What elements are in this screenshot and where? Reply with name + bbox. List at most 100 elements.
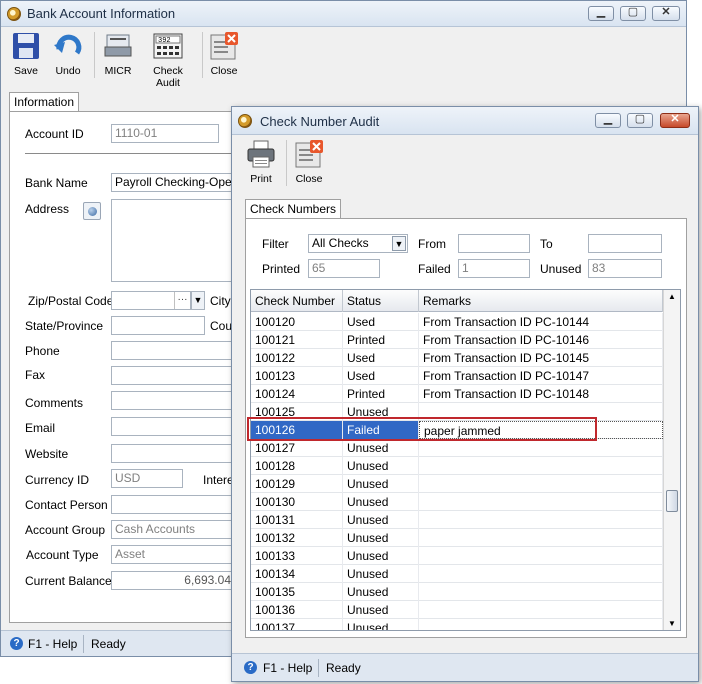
contact-field[interactable]	[111, 495, 235, 514]
remarks-cell[interactable]	[419, 583, 663, 601]
table-row[interactable]: 100137 Unused	[251, 619, 663, 630]
remarks-cell[interactable]	[419, 439, 663, 457]
check-number-cell[interactable]: 100123	[251, 367, 343, 385]
check-number-cell[interactable]: 100122	[251, 349, 343, 367]
status-cell[interactable]: Unused	[343, 529, 419, 547]
website-field[interactable]	[111, 444, 235, 463]
status-cell[interactable]: Unused	[343, 601, 419, 619]
remarks-cell[interactable]	[419, 475, 663, 493]
to-field[interactable]	[588, 234, 662, 253]
check-number-cell[interactable]: 100135	[251, 583, 343, 601]
table-row[interactable]: 100132 Unused	[251, 529, 663, 547]
status-cell[interactable]: Unused	[343, 493, 419, 511]
from-field[interactable]	[458, 234, 530, 253]
minimize-button[interactable]: ▁	[595, 113, 621, 128]
undo-button[interactable]: Undo	[51, 31, 85, 77]
table-row[interactable]: 100127 Unused	[251, 439, 663, 457]
status-cell[interactable]: Used	[343, 349, 419, 367]
vertical-scrollbar[interactable]: ▲ ▼	[663, 290, 680, 630]
column-header-status[interactable]: Status	[343, 290, 419, 312]
table-row[interactable]: 100120 Used From Transaction ID PC-10144	[251, 313, 663, 331]
remarks-cell[interactable]	[419, 547, 663, 565]
maximize-button[interactable]: ▢	[627, 113, 653, 128]
table-row[interactable]: 100122 Used From Transaction ID PC-10145	[251, 349, 663, 367]
status-cell[interactable]: Printed	[343, 331, 419, 349]
save-button[interactable]: Save	[9, 31, 43, 77]
remarks-cell[interactable]	[419, 529, 663, 547]
remarks-cell[interactable]	[419, 565, 663, 583]
audit-titlebar[interactable]: Check Number Audit ▁ ▢ ✕	[232, 107, 698, 135]
maximize-button[interactable]: ▢	[620, 6, 646, 21]
remarks-cell[interactable]	[419, 511, 663, 529]
table-row[interactable]: 100121 Printed From Transaction ID PC-1014…	[251, 331, 663, 349]
chevron-down-icon[interactable]: ▼	[191, 291, 205, 310]
tab-information[interactable]: Information	[9, 92, 80, 112]
table-row[interactable]: 100130 Unused	[251, 493, 663, 511]
status-cell[interactable]: Used	[343, 313, 419, 331]
status-cell[interactable]: Unused	[343, 457, 419, 475]
currency-field[interactable]: USD	[111, 469, 183, 488]
close-window-button[interactable]: ✕	[660, 113, 690, 128]
table-row[interactable]: 100133 Unused	[251, 547, 663, 565]
check-number-cell[interactable]: 100133	[251, 547, 343, 565]
status-cell[interactable]: Unused	[343, 439, 419, 457]
bank-name-field[interactable]: Payroll Checking-Operatio	[111, 173, 235, 192]
account-type-field[interactable]: Asset	[111, 545, 235, 564]
scroll-thumb[interactable]	[666, 490, 678, 512]
account-group-field[interactable]: Cash Accounts	[111, 520, 235, 539]
check-number-cell[interactable]: 100132	[251, 529, 343, 547]
close-button[interactable]: Close	[207, 31, 241, 77]
email-field[interactable]	[111, 417, 235, 436]
remarks-cell[interactable]: From Transaction ID PC-10145	[419, 349, 663, 367]
comments-field[interactable]	[111, 391, 235, 410]
check-number-cell[interactable]: 100130	[251, 493, 343, 511]
status-cell[interactable]: Unused	[343, 583, 419, 601]
column-header-check-number[interactable]: Check Number	[251, 290, 343, 312]
close-button[interactable]: Close	[292, 139, 326, 185]
tab-check-numbers[interactable]: Check Numbers	[245, 199, 342, 219]
status-cell[interactable]: Unused	[343, 565, 419, 583]
status-cell[interactable]: Unused	[343, 511, 419, 529]
phone-field[interactable]	[111, 341, 235, 360]
remarks-cell[interactable]	[419, 601, 663, 619]
check-number-cell[interactable]: 100121	[251, 331, 343, 349]
status-cell[interactable]: Used	[343, 367, 419, 385]
remarks-cell[interactable]	[419, 457, 663, 475]
bank-titlebar[interactable]: Bank Account Information ▁ ▢ ✕	[1, 1, 686, 27]
status-cell[interactable]: Unused	[343, 547, 419, 565]
state-field[interactable]	[111, 316, 205, 335]
table-row[interactable]: 100128 Unused	[251, 457, 663, 475]
zip-lookup-icon[interactable]: ···	[174, 292, 190, 309]
address-field[interactable]	[111, 199, 235, 282]
table-row[interactable]: 100136 Unused	[251, 601, 663, 619]
address-map-button[interactable]	[83, 202, 101, 220]
scroll-up-icon[interactable]: ▲	[664, 292, 680, 301]
remarks-cell[interactable]: From Transaction ID PC-10146	[419, 331, 663, 349]
status-cell[interactable]: Printed	[343, 385, 419, 403]
check-number-cell[interactable]: 100120	[251, 313, 343, 331]
table-row[interactable]: 100134 Unused	[251, 565, 663, 583]
close-window-button[interactable]: ✕	[652, 6, 680, 21]
check-number-cell[interactable]: 100128	[251, 457, 343, 475]
table-row[interactable]: 100129 Unused	[251, 475, 663, 493]
check-number-cell[interactable]: 100137	[251, 619, 343, 630]
status-cell[interactable]: Unused	[343, 475, 419, 493]
check-number-cell[interactable]: 100131	[251, 511, 343, 529]
remarks-cell[interactable]: From Transaction ID PC-10147	[419, 367, 663, 385]
remarks-cell[interactable]: From Transaction ID PC-10148	[419, 385, 663, 403]
check-number-cell[interactable]: 100124	[251, 385, 343, 403]
minimize-button[interactable]: ▁	[588, 6, 614, 21]
account-id-field[interactable]: 1110-01	[111, 124, 219, 143]
table-row[interactable]: 100124 Printed From Transaction ID PC-1014…	[251, 385, 663, 403]
filter-dropdown[interactable]: All Checks ▼	[308, 234, 408, 253]
table-row[interactable]: 100135 Unused	[251, 583, 663, 601]
micr-button[interactable]: MICR	[101, 31, 135, 77]
check-number-cell[interactable]: 100129	[251, 475, 343, 493]
remarks-cell[interactable]	[419, 493, 663, 511]
scroll-down-icon[interactable]: ▼	[664, 619, 680, 628]
remarks-cell[interactable]: From Transaction ID PC-10144	[419, 313, 663, 331]
fax-field[interactable]	[111, 366, 235, 385]
remarks-cell[interactable]	[419, 619, 663, 630]
table-row[interactable]: 100131 Unused	[251, 511, 663, 529]
print-button[interactable]: Print	[242, 139, 280, 185]
